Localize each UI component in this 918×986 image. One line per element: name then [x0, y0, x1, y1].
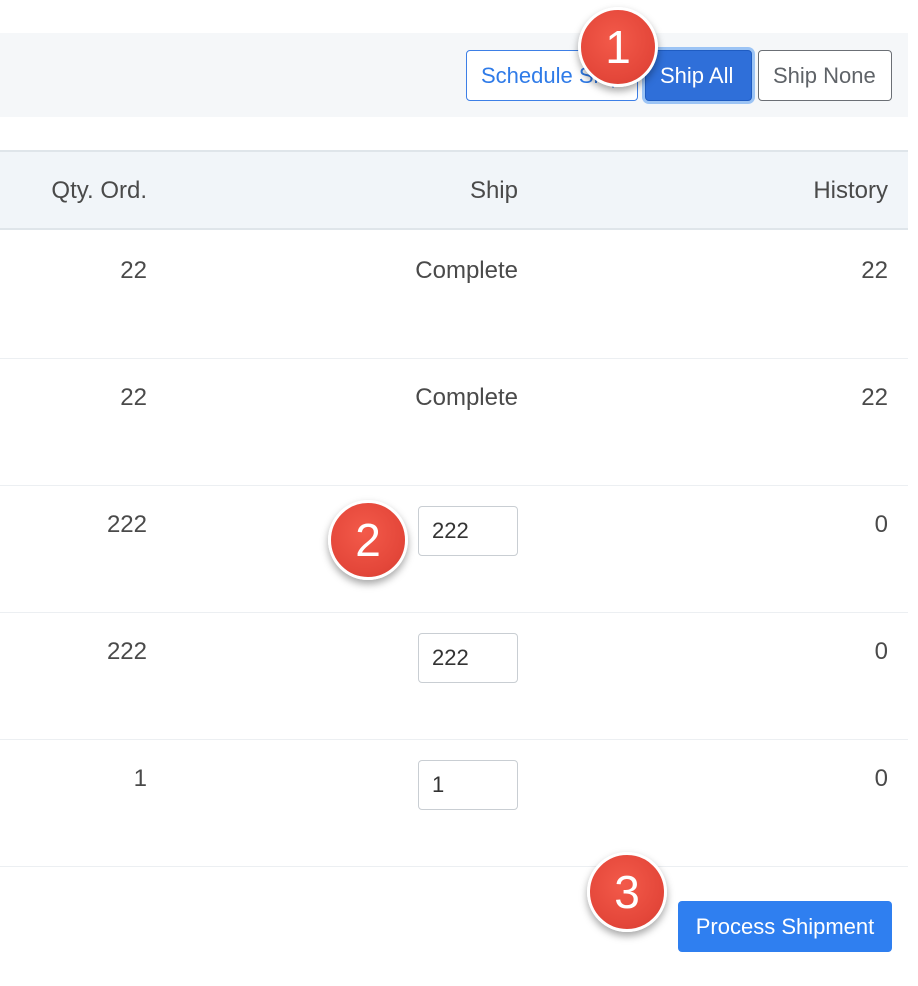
ship-all-button[interactable]: Ship All	[645, 50, 752, 101]
ship-status-cell: Complete	[415, 257, 518, 284]
qty-ordered-cell: 222	[106, 638, 147, 665]
column-header-ship: Ship	[469, 177, 518, 204]
step-marker-2: 2	[328, 500, 408, 580]
qty-ordered-cell: 1	[133, 765, 147, 792]
table-header: Qty. Ord. Ship History	[0, 150, 908, 230]
history-cell: 22	[861, 384, 888, 411]
ship-status-cell: Complete	[415, 384, 518, 411]
shipment-page: Schedule Shipment Ship All Ship None Qty…	[0, 0, 918, 986]
step-marker-1: 1	[578, 7, 658, 87]
table-row: 222 0	[0, 613, 908, 740]
column-header-history: History	[813, 177, 888, 204]
ship-quantity-input[interactable]	[418, 760, 518, 810]
history-cell: 22	[861, 257, 888, 284]
table-row: 22 Complete 22	[0, 232, 908, 359]
qty-ordered-cell: 22	[120, 384, 147, 411]
history-cell: 0	[874, 511, 888, 538]
toolbar: Schedule Shipment Ship All Ship None	[0, 33, 908, 117]
step-marker-3: 3	[587, 852, 667, 932]
qty-ordered-cell: 222	[106, 511, 147, 538]
qty-ordered-cell: 22	[120, 257, 147, 284]
table-row: 1 0	[0, 740, 908, 867]
ship-none-button[interactable]: Ship None	[758, 50, 892, 101]
history-cell: 0	[874, 765, 888, 792]
history-cell: 0	[874, 638, 888, 665]
ship-quantity-input[interactable]	[418, 633, 518, 683]
table-row: 22 Complete 22	[0, 359, 908, 486]
table-row: 222 0	[0, 486, 908, 613]
process-shipment-button[interactable]: Process Shipment	[678, 901, 892, 952]
column-header-qty-ordered: Qty. Ord.	[51, 177, 147, 204]
ship-quantity-input[interactable]	[418, 506, 518, 556]
